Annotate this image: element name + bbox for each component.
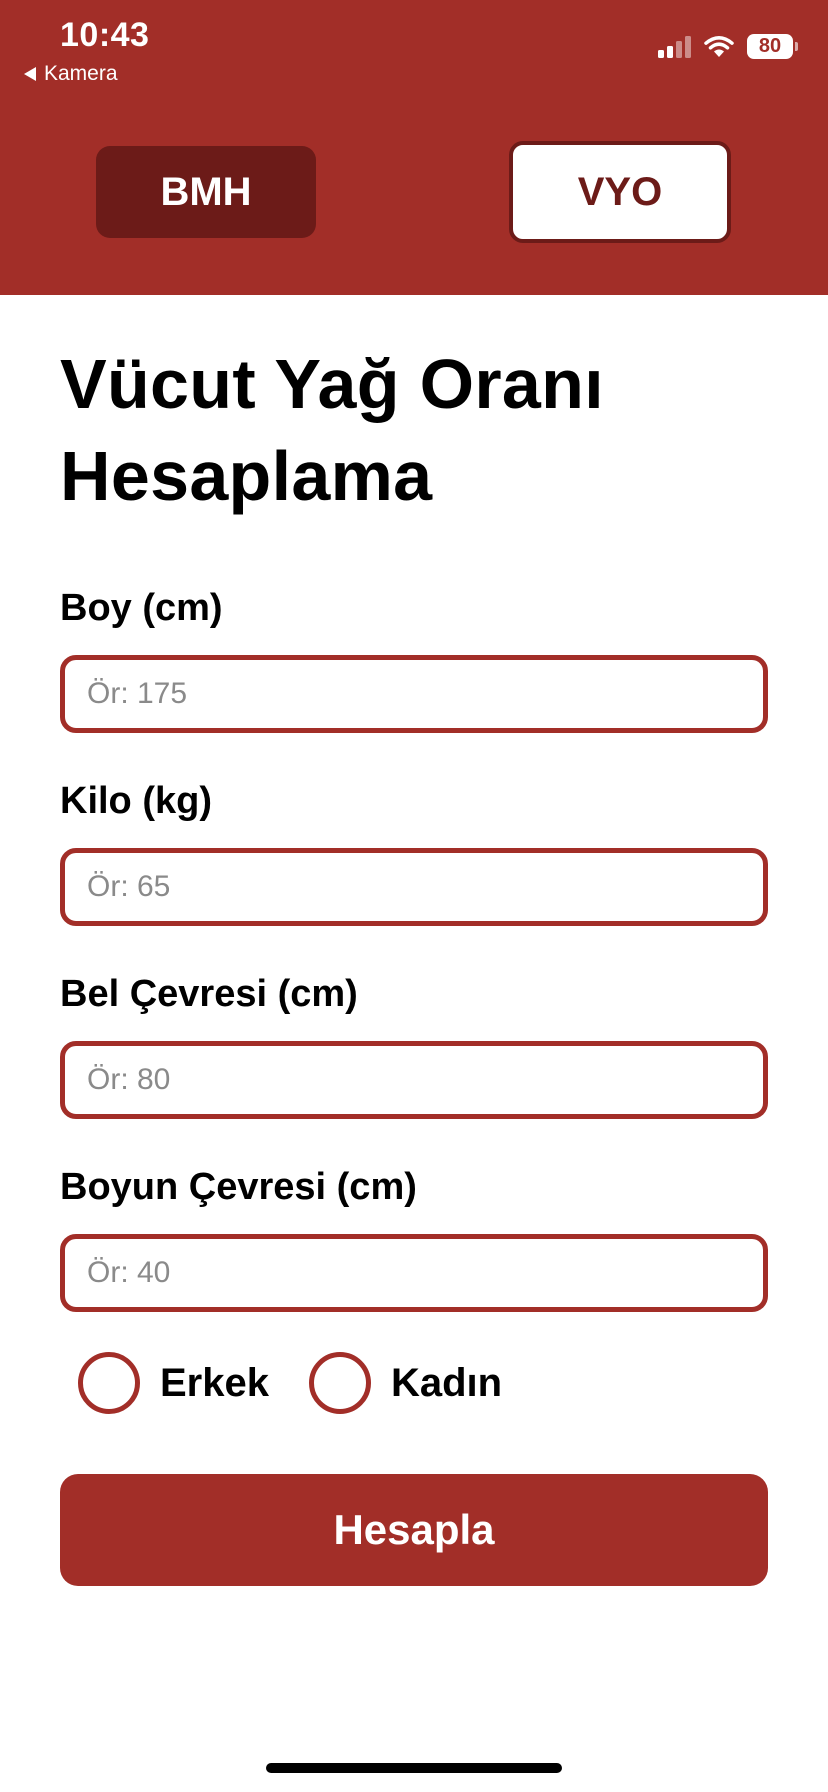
battery-level: 80 xyxy=(747,34,793,59)
calculate-button[interactable]: Hesapla xyxy=(60,1474,768,1586)
wifi-icon xyxy=(704,35,734,57)
radio-button-male[interactable] xyxy=(78,1352,140,1414)
weight-input[interactable] xyxy=(60,848,768,926)
status-icons: 80 xyxy=(658,34,798,59)
neck-input[interactable] xyxy=(60,1234,768,1312)
radio-label-male: Erkek xyxy=(160,1360,269,1405)
radio-button-female[interactable] xyxy=(308,1352,371,1414)
page-title-line2: Hesaplama xyxy=(60,437,433,515)
back-arrow-icon xyxy=(24,67,36,81)
header-bar: 10:43 Kamera 80 BMH VYO xyxy=(0,0,828,295)
waist-label: Bel Çevresi (cm) xyxy=(60,973,358,1015)
battery-icon: 80 xyxy=(747,34,798,59)
page-title-line1: Vücut Yağ Oranı xyxy=(60,345,604,423)
back-to-camera-link[interactable]: Kamera xyxy=(24,62,118,86)
home-indicator[interactable] xyxy=(266,1763,562,1773)
cellular-signal-icon xyxy=(658,35,691,58)
page-title: Vücut Yağ Oranı Hesaplama xyxy=(60,338,780,522)
radio-option-male[interactable]: Erkek xyxy=(78,1352,269,1414)
neck-label: Boyun Çevresi (cm) xyxy=(60,1166,417,1208)
radio-option-female[interactable]: Kadın xyxy=(308,1352,503,1414)
gender-radio-group: Erkek Kadın xyxy=(78,1352,542,1414)
tab-vyo[interactable]: VYO xyxy=(509,141,731,243)
status-time: 10:43 xyxy=(60,16,150,54)
back-link-label: Kamera xyxy=(44,62,118,85)
weight-label: Kilo (kg) xyxy=(60,780,212,822)
radio-label-female: Kadın xyxy=(390,1360,503,1405)
height-label: Boy (cm) xyxy=(60,587,223,629)
waist-input[interactable] xyxy=(60,1041,768,1119)
height-input[interactable] xyxy=(60,655,768,733)
tab-bmh[interactable]: BMH xyxy=(96,146,316,238)
